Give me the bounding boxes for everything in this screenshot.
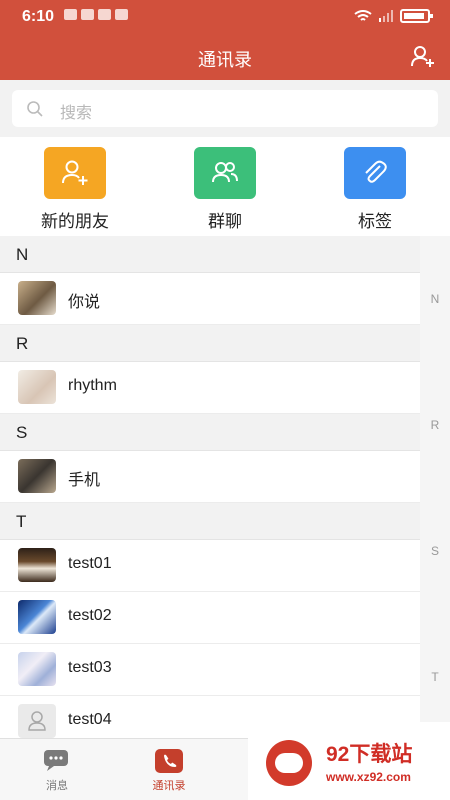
avatar: [18, 370, 56, 404]
watermark-title: 92下载站: [326, 743, 413, 766]
index-letter-t[interactable]: T: [420, 670, 450, 684]
status-time: 6:10: [22, 8, 55, 25]
notification-icon: [98, 9, 111, 20]
avatar: [18, 459, 56, 493]
group-chat-button[interactable]: 群聊: [180, 147, 270, 233]
alphabet-index[interactable]: N R S T: [420, 236, 450, 736]
section-header: N: [0, 236, 420, 273]
watermark-url: www.xz92.com: [326, 770, 411, 784]
paperclip-icon: [344, 147, 406, 199]
contact-name: test01: [68, 555, 112, 572]
search-area: 搜索: [0, 80, 450, 137]
contact-name: test04: [68, 711, 112, 728]
new-friends-button[interactable]: 新的朋友: [30, 147, 120, 233]
index-letter-s[interactable]: S: [420, 544, 450, 558]
contact-name: test02: [68, 607, 112, 624]
contact-name: rhythm: [68, 377, 117, 394]
index-letter-n[interactable]: N: [420, 292, 450, 306]
contact-item[interactable]: 手机: [0, 451, 420, 503]
battery-icon: [400, 9, 433, 23]
avatar: [18, 281, 56, 315]
notification-icon: [81, 9, 94, 20]
contact-item[interactable]: rhythm: [0, 362, 420, 414]
notification-icon: [64, 9, 77, 20]
avatar: [18, 600, 56, 634]
message-icon: [43, 749, 71, 773]
avatar: [18, 548, 56, 582]
contact-name: 你说: [68, 294, 101, 311]
app-bar: 通讯录: [0, 34, 450, 80]
contact-item[interactable]: 你说: [0, 273, 420, 325]
default-avatar-icon: [18, 704, 56, 738]
new-friends-label: 新的朋友: [41, 212, 109, 231]
tab-contacts[interactable]: 通讯录: [124, 749, 214, 793]
status-right: [354, 9, 433, 23]
notification-icon: [115, 9, 128, 20]
add-contact-icon[interactable]: [410, 44, 436, 70]
tab-messages[interactable]: 消息: [12, 749, 102, 793]
notification-icons: [64, 9, 128, 20]
tab-messages-label: 消息: [46, 780, 68, 792]
section-header: T: [0, 503, 420, 540]
contact-item[interactable]: test02: [0, 592, 420, 644]
watermark-logo-icon: [266, 740, 312, 786]
contact-item[interactable]: test03: [0, 644, 420, 696]
quick-actions: 新的朋友 群聊 标签: [0, 137, 450, 236]
contact-list: N 你说 R rhythm S 手机 T test01 test02 test0…: [0, 236, 420, 748]
group-icon: [194, 147, 256, 199]
section-header: S: [0, 414, 420, 451]
signal-icon: [379, 10, 393, 22]
contact-item[interactable]: test01: [0, 540, 420, 592]
search-placeholder: 搜索: [60, 105, 93, 122]
contact-name: 手机: [68, 472, 101, 489]
status-bar: 6:10: [0, 0, 450, 34]
search-input[interactable]: 搜索: [12, 90, 438, 127]
watermark: 92下载站 www.xz92.com: [248, 722, 450, 800]
index-letter-r[interactable]: R: [420, 418, 450, 432]
contact-name: test03: [68, 659, 112, 676]
contacts-icon: [155, 749, 183, 773]
group-chat-label: 群聊: [208, 212, 242, 231]
tags-button[interactable]: 标签: [330, 147, 420, 233]
wifi-icon: [354, 10, 372, 21]
tags-label: 标签: [358, 212, 392, 231]
section-header: R: [0, 325, 420, 362]
page-title: 通讯录: [198, 50, 252, 70]
avatar: [18, 652, 56, 686]
add-user-icon: [44, 147, 106, 199]
search-icon: [27, 101, 43, 117]
tab-contacts-label: 通讯录: [152, 780, 186, 792]
